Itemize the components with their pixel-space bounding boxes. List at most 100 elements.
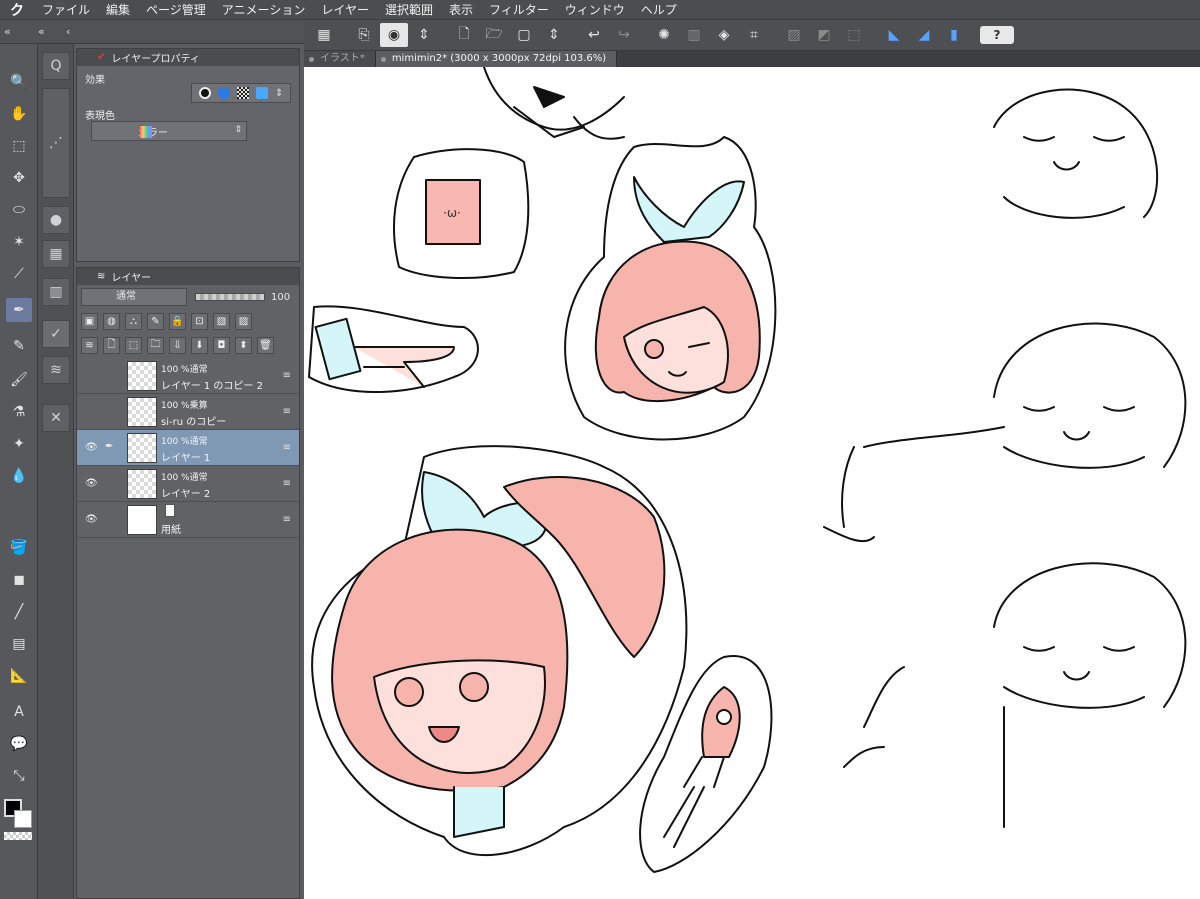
menu-file[interactable]: ファイル	[34, 1, 98, 18]
new-vector-layer-icon[interactable]: ⬚	[125, 336, 142, 354]
deselect-icon[interactable]: ▨	[780, 23, 808, 47]
layer-menu-icon[interactable]: ≡	[283, 478, 291, 489]
tab-illust[interactable]: イラスト*	[304, 51, 376, 67]
menu-page[interactable]: ページ管理	[138, 1, 214, 18]
mask-enable-icon[interactable]: ▧	[213, 312, 230, 330]
app-logo[interactable]: ク	[0, 0, 34, 20]
layer-menu-icon[interactable]: ≡	[283, 370, 291, 381]
search-icon[interactable]: Q	[42, 52, 70, 80]
ruler-display-icon[interactable]: ▨	[235, 312, 252, 330]
eyedropper-tool-icon[interactable]: ⟋	[6, 262, 32, 286]
clipping-icon[interactable]: ◍	[103, 312, 120, 330]
line-correction-tool-icon[interactable]: ⤡	[6, 764, 32, 788]
ruler-tool-icon[interactable]: 📐	[6, 664, 32, 688]
menu-animation[interactable]: アニメーション	[214, 1, 314, 18]
brush-tool-icon[interactable]: 🖌	[6, 368, 32, 392]
text-tool-icon[interactable]: A	[6, 700, 32, 724]
pattern-effect-icon[interactable]	[236, 87, 249, 99]
pen-tool-icon[interactable]: ✒	[6, 298, 32, 322]
lock-layer-icon[interactable]: 🔒	[169, 312, 186, 330]
menu-layer[interactable]: レイヤー	[313, 1, 377, 18]
material-icon[interactable]: ▦	[42, 240, 70, 268]
layer-row[interactable]: 100 %乗算 si-ru のコピー ≡	[77, 394, 299, 430]
navigator-icon[interactable]: ●	[42, 206, 70, 234]
eye-icon[interactable]: 👁	[85, 478, 98, 489]
loading-icon[interactable]: ✺	[650, 23, 678, 47]
subtool-group-icon[interactable]: ⋰	[42, 88, 70, 198]
blend-mode-select[interactable]: 通常	[81, 288, 187, 306]
collapse-left-icon-2[interactable]: «	[38, 25, 45, 38]
layer-property-icon[interactable]: ✓	[42, 320, 70, 348]
tone-effect-icon[interactable]	[217, 87, 230, 99]
frame-tool-icon[interactable]: ▤	[6, 632, 32, 656]
pencil-tool-icon[interactable]: ✎	[6, 334, 32, 358]
layer-color-icon[interactable]: ▣	[81, 312, 98, 330]
save-icon[interactable]: ▢	[510, 23, 538, 47]
new-raster-layer-icon[interactable]: 🗋	[103, 336, 120, 354]
opacity-value[interactable]: 100	[271, 292, 290, 303]
magic-wand-tool-icon[interactable]: ✶	[6, 230, 32, 254]
help-button[interactable]: ?	[980, 26, 1014, 44]
invert-icon[interactable]: ◩	[810, 23, 838, 47]
close-dot-icon[interactable]	[380, 57, 386, 62]
menu-window[interactable]: ウィンドウ	[557, 1, 633, 18]
save-arrows-icon[interactable]: ⇕	[540, 23, 568, 47]
undo-icon[interactable]: ↩	[580, 23, 608, 47]
updown-icon[interactable]: ⇕	[410, 23, 438, 47]
delete-layer-icon[interactable]: 🗑	[257, 336, 274, 354]
transform-icon[interactable]: ⌗	[740, 23, 768, 47]
collapse-left-icon[interactable]: «	[4, 25, 11, 38]
layer-menu-icon[interactable]: ≡	[283, 406, 291, 417]
menu-filter[interactable]: フィルター	[481, 1, 557, 18]
layer-row[interactable]: 👁 100 %通常 レイヤー 2 ≡	[77, 466, 299, 502]
layer-clear-icon[interactable]: ▥	[680, 23, 708, 47]
transfer-down-icon[interactable]: ⇩	[169, 336, 186, 354]
apply-mask-icon[interactable]: ⬍	[235, 336, 252, 354]
draft-layer-icon[interactable]: ✎	[147, 312, 164, 330]
close-dot-icon[interactable]	[309, 57, 314, 62]
fill-tool-icon[interactable]: 🪣	[6, 536, 32, 560]
open-folder-icon[interactable]: 🗁	[480, 23, 508, 47]
menu-edit[interactable]: 編集	[98, 1, 138, 18]
selection-border-icon[interactable]: ⬚	[840, 23, 868, 47]
menu-help[interactable]: ヘルプ	[633, 1, 685, 18]
grid-icon[interactable]: ▦	[310, 23, 338, 47]
new-folder-icon[interactable]: 🗀	[147, 336, 164, 354]
sub-color-swatch[interactable]	[14, 810, 32, 828]
blend-tool-icon[interactable]: 💧	[6, 464, 32, 488]
border-effect-icon[interactable]	[198, 87, 211, 99]
new-file-icon[interactable]: 🗋	[450, 23, 478, 47]
export-icon[interactable]: ⎘	[350, 23, 378, 47]
lock-transparency-icon[interactable]: ⊡	[191, 312, 208, 330]
clip-studio-icon[interactable]: ◉	[380, 23, 408, 47]
expression-color-select[interactable]: カラー ⇕	[91, 121, 247, 141]
fill-icon[interactable]: ◈	[710, 23, 738, 47]
layer-color-effect-icon[interactable]	[255, 87, 268, 99]
updown-icon[interactable]: ⇕	[275, 88, 283, 99]
layer-row-paper[interactable]: 👁 用紙 ≡	[77, 502, 299, 538]
timeline-icon[interactable]: ▥	[42, 278, 70, 306]
chevron-left-icon[interactable]: ‹	[66, 25, 70, 38]
selection-tool-icon[interactable]: ⬭	[6, 198, 32, 222]
layer-menu-icon[interactable]: ≡	[283, 442, 291, 453]
decoration-tool-icon[interactable]: ✦	[6, 432, 32, 456]
menu-view[interactable]: 表示	[441, 1, 481, 18]
balloon-tool-icon[interactable]: 💬	[6, 732, 32, 756]
figure-tool-icon[interactable]: ╱	[6, 600, 32, 624]
merge-down-icon[interactable]: ⬇	[191, 336, 208, 354]
layer-menu-icon[interactable]: ≡	[283, 514, 291, 525]
airbrush-tool-icon[interactable]: ⚗	[6, 400, 32, 424]
zoom-tool-icon[interactable]: 🔍	[6, 70, 32, 94]
operation-tool-icon[interactable]: ⬚	[6, 134, 32, 158]
redo-icon[interactable]: ↪	[610, 23, 638, 47]
layer-mask-icon[interactable]: ◘	[213, 336, 230, 354]
eye-icon[interactable]: 👁	[85, 442, 98, 453]
layer-row[interactable]: 100 %通常 レイヤー 1 のコピー 2 ≡	[77, 358, 299, 394]
layer-stack-icon[interactable]: ≋	[81, 336, 98, 354]
menu-selection[interactable]: 選択範囲	[377, 1, 441, 18]
special-ruler-snap-icon[interactable]: ◢	[910, 23, 938, 47]
transparent-color-swatch[interactable]	[4, 832, 32, 840]
opacity-slider[interactable]	[195, 293, 265, 301]
layer-row-selected[interactable]: 👁 ✒ 100 %通常 レイヤー 1 ≡	[77, 430, 299, 466]
eye-icon[interactable]: 👁	[85, 514, 98, 525]
